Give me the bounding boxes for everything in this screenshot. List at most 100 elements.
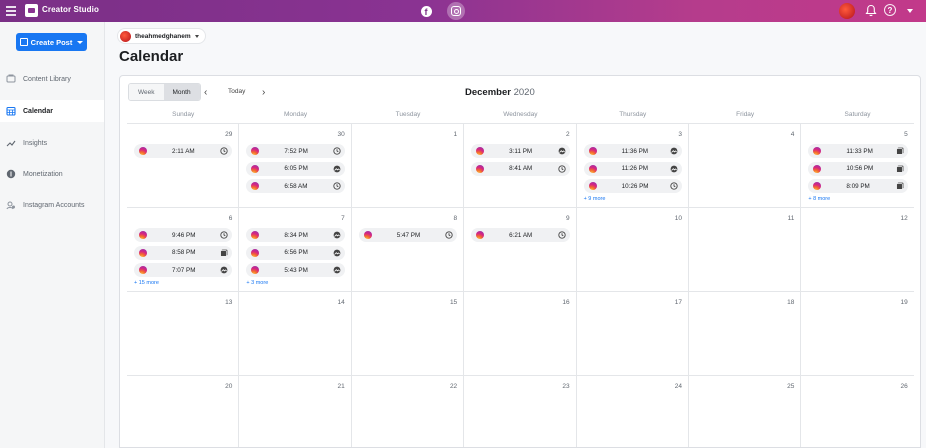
sidebar-item-content-library[interactable]: Content Library [0,68,104,90]
scheduled-post[interactable]: 10:26 PM [583,179,682,193]
weekday-header: Sunday Monday Tuesday Wednesday Thursday Frid… [127,106,914,124]
help-icon[interactable]: ? [884,4,896,16]
monetization-icon [6,169,16,179]
media-icon [333,165,341,173]
scheduled-post[interactable]: 6:21 AM [471,228,570,242]
calendar-day[interactable]: 2 3:11 PM 8:41 AM [464,124,577,207]
calendar-day[interactable]: 16 [464,292,577,375]
clock-icon [445,231,453,239]
sidebar-item-instagram-accounts[interactable]: Instagram Accounts [0,194,104,216]
calendar-day[interactable]: 23 [464,376,577,447]
view-week-button[interactable]: Week [129,84,164,100]
calendar-day[interactable]: 20 [127,376,240,447]
month-grid: 29 2:11 AM 30 7:52 PM 6:05 PM 6:58 AM 1 2 3:11 P… [127,124,914,447]
facebook-icon[interactable]: f [419,4,433,18]
sidebar-item-calendar[interactable]: Calendar [0,100,104,122]
scheduled-post[interactable]: 8:34 PM [246,228,345,242]
calendar-day[interactable]: 7 8:34 PM 6:56 PM 5:43 PM + 3 more [239,208,352,291]
calendar-day[interactable]: 14 [239,292,352,375]
calendar-day[interactable]: 15 [352,292,465,375]
calendar-day[interactable]: 22 [352,376,465,447]
post-time: 8:09 PM [846,182,870,190]
instagram-icon [813,147,822,155]
calendar-day[interactable]: 24 [577,376,689,447]
sidebar-item-insights[interactable]: Insights [0,132,104,154]
post-time: 8:41 AM [509,165,533,172]
calendar-day[interactable]: 30 7:52 PM 6:05 PM 6:58 AM [239,124,352,207]
caret-down-icon[interactable] [907,9,913,13]
view-month-button[interactable]: Month [163,84,200,100]
view-toggle: Week Month [128,83,201,101]
scheduled-post[interactable]: 5:43 PM [246,263,345,277]
calendar-day[interactable]: 1 [352,124,465,207]
scheduled-post[interactable]: 7:52 PM [246,144,345,158]
scheduled-post[interactable]: 11:36 PM [583,144,682,158]
calendar-day[interactable]: 3 11:36 PM 11:26 PM 10:26 PM + 9 more [577,124,689,207]
avatar[interactable] [839,3,855,19]
bell-icon[interactable] [865,4,877,17]
weekday-sunday: Sunday [172,111,195,118]
calendar-day[interactable]: 13 [127,292,240,375]
scheduled-post[interactable]: 8:58 PM [134,245,233,260]
weekday-saturday: Saturday [844,111,871,118]
scheduled-post[interactable]: 11:33 PM [808,144,908,158]
media-icon [333,231,341,239]
next-month-button[interactable]: › [262,87,265,98]
month-name: December [465,87,511,98]
create-post-button[interactable]: Create Post [16,33,87,51]
calendar-day[interactable]: 8 5:47 PM [352,208,465,291]
day-number: 29 [225,131,233,138]
calendar-day[interactable]: 18 [689,292,802,375]
prev-month-button[interactable]: ‹ [204,87,207,98]
instagram-icon [588,147,597,155]
scheduled-post[interactable]: 10:56 PM [808,161,908,176]
calendar-day[interactable]: 9 6:21 AM [464,208,577,291]
chevron-down-icon [77,40,84,44]
scheduled-post[interactable]: 7:07 PM [134,263,233,277]
facebook-glyph: f [420,5,432,17]
more-posts-link[interactable]: + 15 more [134,280,232,286]
instagram-icon [139,147,147,155]
calendar-day[interactable]: 26 [801,376,913,447]
calendar-day[interactable]: 17 [577,292,689,375]
post-time: 6:58 AM [284,182,308,190]
sidebar-item-monetization[interactable]: Monetization [0,163,104,185]
scheduled-post[interactable]: 6:58 AM [246,179,345,193]
calendar-day[interactable]: 12 [801,208,913,291]
weekday-thursday: Thursday [619,111,647,118]
scheduled-post[interactable]: 8:41 AM [471,161,570,176]
scheduled-post[interactable]: 6:56 PM [246,245,345,260]
calendar-day[interactable]: 25 [689,376,802,447]
calendar-week: 29 2:11 AM 30 7:52 PM 6:05 PM 6:58 AM 1 2 3:11 P… [127,124,914,208]
scheduled-post[interactable]: 6:05 PM [246,161,345,176]
calendar-day[interactable]: 6 9:46 PM 8:58 PM 7:07 PM + 15 more [127,208,240,291]
scheduled-post[interactable]: 2:11 AM [134,144,233,158]
calendar-day[interactable]: 10 [577,208,689,291]
instagram-icon [251,182,260,190]
hamburger-icon[interactable] [6,6,16,16]
more-posts-link[interactable]: + 9 more [584,196,682,202]
calendar-day[interactable]: 5 11:33 PM 10:56 PM 8:09 PM + 8 more [801,124,913,207]
account-selector[interactable]: theahmedghanem [117,28,206,44]
more-posts-link[interactable]: + 3 more [246,280,344,286]
day-number: 14 [337,299,345,306]
instagram-icon [251,266,260,274]
scheduled-post[interactable]: 3:11 PM [471,144,570,158]
instagram-icon [588,182,597,190]
media-icon [333,266,341,274]
calendar-day[interactable]: 4 [689,124,802,207]
calendar-day[interactable]: 21 [239,376,352,447]
calendar-day[interactable]: 11 [689,208,802,291]
top-bar: Creator Studio f ? [0,0,926,22]
scheduled-post[interactable]: 11:26 PM [583,161,682,176]
scheduled-post[interactable]: 5:47 PM [358,228,458,242]
post-time: 7:52 PM [284,147,308,155]
scheduled-post[interactable]: 8:09 PM [808,179,908,193]
instagram-icon[interactable] [447,2,465,20]
calendar-day[interactable]: 19 [801,292,913,375]
calendar-day[interactable]: 29 2:11 AM [127,124,240,207]
scheduled-post[interactable]: 9:46 PM [134,228,233,242]
more-posts-link[interactable]: + 8 more [808,196,907,202]
today-button[interactable]: Today [228,88,245,95]
insights-icon [6,138,16,148]
